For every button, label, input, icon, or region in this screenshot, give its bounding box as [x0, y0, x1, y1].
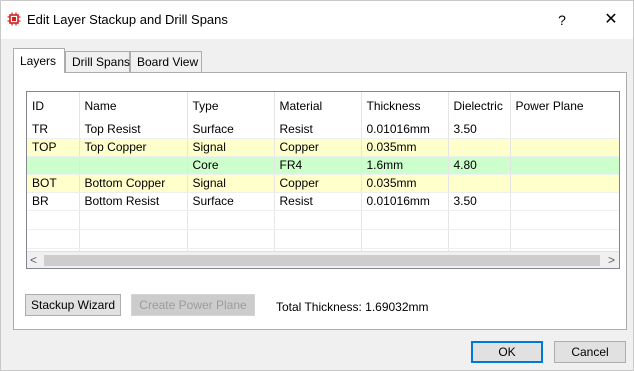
cell-id: BR: [27, 192, 80, 211]
tab-drill-spans[interactable]: Drill Spans: [65, 51, 130, 72]
empty-row: [27, 210, 619, 230]
scrollbar-thumb[interactable]: [44, 255, 600, 266]
cell-material: Copper: [274, 174, 362, 193]
cell-thickness: 0.035mm: [361, 138, 449, 157]
stackup-wizard-button[interactable]: Stackup Wizard: [25, 294, 121, 316]
cell-name: Bottom Resist: [79, 192, 188, 211]
column-header-type[interactable]: Type: [187, 92, 275, 120]
cell-id: [27, 156, 80, 175]
column-header-power-plane[interactable]: Power Plane: [510, 92, 619, 120]
cell-dielectric: 3.50: [448, 192, 511, 211]
cell-type: Core: [187, 156, 275, 175]
cell-thickness: 0.01016mm: [361, 120, 449, 139]
cell-type: Signal: [187, 174, 275, 193]
tab-board-view[interactable]: Board View: [130, 51, 202, 72]
column-header-name[interactable]: Name: [79, 92, 188, 120]
tab-layers[interactable]: Layers: [13, 48, 65, 73]
cell-power-plane: [510, 174, 619, 193]
column-header-thickness[interactable]: Thickness: [361, 92, 449, 120]
cell-type: Surface: [187, 120, 275, 139]
cell-thickness: 1.6mm: [361, 156, 449, 175]
cell-id: TR: [27, 120, 80, 139]
window-title: Edit Layer Stackup and Drill Spans: [27, 12, 228, 27]
cell-id: TOP: [27, 138, 80, 157]
cell-power-plane: [510, 138, 619, 157]
create-power-plane-button[interactable]: Create Power Plane: [131, 294, 255, 316]
cancel-button[interactable]: Cancel: [554, 341, 626, 363]
chip-icon: [7, 12, 21, 26]
dialog-window: Edit Layer Stackup and Drill Spans ? ✕ L…: [0, 0, 634, 371]
layers-tab-panel: ID Name Type Material Thickness Dielectr…: [13, 72, 627, 330]
table-row[interactable]: BR Bottom Resist Surface Resist 0.01016m…: [27, 192, 619, 211]
table-header: ID Name Type Material Thickness Dielectr…: [27, 92, 619, 120]
total-thickness-label: Total Thickness: 1.69032mm: [276, 300, 429, 314]
horizontal-scrollbar[interactable]: < >: [27, 251, 619, 268]
cell-name: Top Resist: [79, 120, 188, 139]
cell-id: BOT: [27, 174, 80, 193]
cell-type: Surface: [187, 192, 275, 211]
cell-dielectric: 3.50: [448, 120, 511, 139]
cell-material: Resist: [274, 192, 362, 211]
cell-type: Signal: [187, 138, 275, 157]
table-row[interactable]: BOT Bottom Copper Signal Copper 0.035mm: [27, 174, 619, 193]
cell-dielectric: [448, 174, 511, 193]
cell-power-plane: [510, 156, 619, 175]
cell-material: Copper: [274, 138, 362, 157]
cell-name: Top Copper: [79, 138, 188, 157]
scroll-left-icon[interactable]: <: [30, 253, 37, 267]
table-row[interactable]: TOP Top Copper Signal Copper 0.035mm: [27, 138, 619, 157]
column-header-material[interactable]: Material: [274, 92, 362, 120]
scroll-right-icon[interactable]: >: [608, 253, 615, 267]
cell-name: [79, 156, 188, 175]
cell-power-plane: [510, 192, 619, 211]
cell-dielectric: 4.80: [448, 156, 511, 175]
close-button[interactable]: ✕: [598, 9, 624, 31]
column-header-dielectric[interactable]: Dielectric: [448, 92, 511, 120]
table-row[interactable]: TR Top Resist Surface Resist 0.01016mm 3…: [27, 120, 619, 139]
help-button[interactable]: ?: [549, 9, 575, 31]
layers-table[interactable]: ID Name Type Material Thickness Dielectr…: [26, 91, 620, 269]
cell-material: Resist: [274, 120, 362, 139]
empty-row: [27, 229, 619, 249]
column-header-id[interactable]: ID: [27, 92, 80, 120]
cell-material: FR4: [274, 156, 362, 175]
cell-thickness: 0.01016mm: [361, 192, 449, 211]
cell-power-plane: [510, 120, 619, 139]
title-bar: Edit Layer Stackup and Drill Spans ? ✕: [1, 1, 633, 39]
cell-name: Bottom Copper: [79, 174, 188, 193]
table-row[interactable]: Core FR4 1.6mm 4.80: [27, 156, 619, 175]
cell-dielectric: [448, 138, 511, 157]
cell-thickness: 0.035mm: [361, 174, 449, 193]
ok-button[interactable]: OK: [471, 341, 543, 363]
